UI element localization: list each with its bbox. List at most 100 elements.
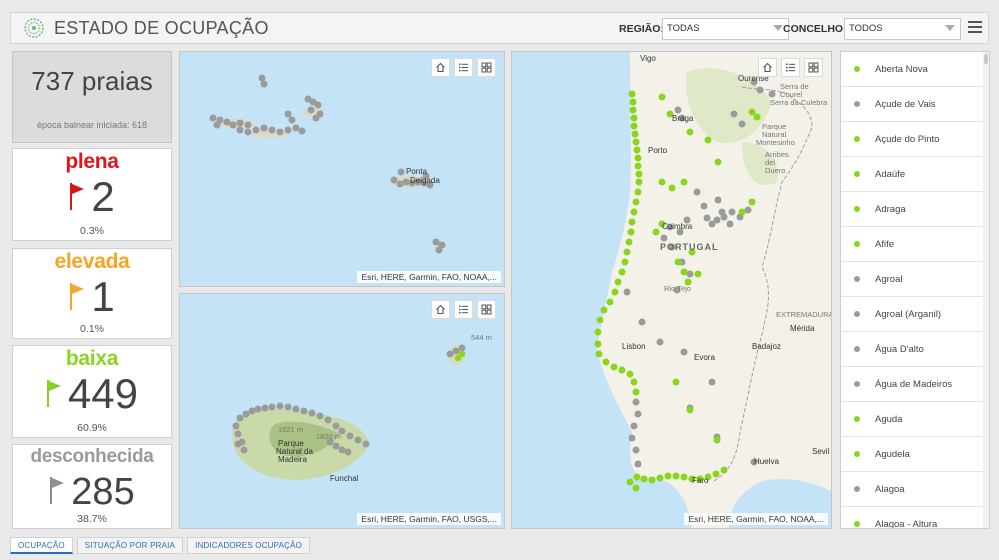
place-label: Funchal (330, 474, 359, 483)
beach-name: Alagoa (875, 483, 905, 495)
category-card-baixa: baixa 449 60.9% (12, 345, 172, 438)
category-count: 449 (67, 370, 139, 417)
category-card-plena: plena 2 0.3% (12, 148, 172, 241)
map-attribution[interactable]: Esri, HERE, Garmin, FAO, USGS,... (357, 513, 501, 525)
status-dot-icon (854, 451, 860, 457)
home-icon[interactable] (431, 58, 450, 77)
place-label: Evora (694, 353, 715, 362)
status-dot-icon (854, 346, 860, 352)
status-dot-icon (854, 206, 860, 212)
bottom-tabs: OCUPAÇÃO SITUAÇÃO POR PRAIA INDICADORES … (10, 537, 311, 554)
season-started-text: época balnear iniciada: 618 (36, 120, 148, 130)
madeira-map[interactable]: 1621 m 1820 m Parque Natural da Madeira … (179, 293, 505, 529)
status-dot-icon (854, 101, 860, 107)
tab-ocupacao[interactable]: OCUPAÇÃO (10, 537, 73, 554)
list-item[interactable]: Afife (841, 227, 984, 262)
legend-list-icon[interactable] (781, 58, 800, 77)
beach-name: Água D'alto (875, 343, 924, 355)
legend-list-icon[interactable] (454, 58, 473, 77)
place-label: Madeira (278, 455, 307, 464)
list-item[interactable]: Adraga (841, 192, 984, 227)
beach-name: Açude de Vais (875, 98, 936, 110)
map-toolbar (758, 58, 823, 77)
mainland-map[interactable]: Vigo Ourense Serra de Courel Serra da Cu… (511, 51, 832, 529)
basemap-gallery-icon[interactable] (804, 58, 823, 77)
beach-list[interactable]: Aberta Nova Açude de Vais Açude do Pinto Ad… (840, 51, 990, 529)
concelho-select-value: TODOS (849, 23, 883, 34)
place-label: Mérida (790, 324, 815, 333)
list-item[interactable]: Açude de Vais (841, 87, 984, 122)
category-count-row: 285 (13, 473, 171, 511)
list-scrollbar[interactable] (983, 52, 989, 528)
list-item[interactable]: Agroal (Arganil) (841, 297, 984, 332)
page-title: ESTADO DE OCUPAÇÃO (54, 18, 269, 38)
regiao-label: REGIÃO: (619, 23, 664, 35)
status-dot-icon (854, 416, 860, 422)
status-dot-icon (854, 381, 860, 387)
place-label: Badajoz (752, 342, 781, 351)
list-item[interactable]: Alagoa - Altura (841, 507, 984, 528)
madeira-map-canvas (232, 344, 466, 480)
basemap-gallery-icon[interactable] (477, 58, 496, 77)
beach-name: Adraga (875, 203, 906, 215)
home-icon[interactable] (758, 58, 777, 77)
chevron-down-icon (945, 25, 955, 31)
status-dot-icon (854, 171, 860, 177)
status-dot-icon (854, 311, 860, 317)
beach-name: Agroal (Arganil) (875, 308, 941, 320)
category-label: baixa (65, 347, 119, 370)
basemap-gallery-icon[interactable] (477, 300, 496, 319)
place-label: Coimbra (662, 222, 693, 231)
header-bar: ESTADO DE OCUPAÇÃO REGIÃO: TODAS CONCELH… (10, 12, 989, 44)
map-attribution[interactable]: Esri, HERE, Garmin, FAO, NOAA,... (684, 513, 828, 525)
tab-indicadores-ocupacao[interactable]: INDICADORES OCUPAÇÃO (187, 537, 311, 554)
place-label: Porto (648, 146, 668, 155)
category-percent: 38.7% (77, 513, 107, 525)
beach-name: Adaúfe (875, 168, 906, 180)
menu-icon[interactable] (968, 21, 982, 35)
list-item[interactable]: Aguda (841, 402, 984, 437)
list-item[interactable]: Aberta Nova (841, 52, 984, 87)
list-item[interactable]: Água de Madeiros (841, 367, 984, 402)
place-label: Huelva (754, 457, 779, 466)
place-label: Lisbon (622, 342, 646, 351)
regiao-select-value: TODAS (667, 23, 700, 34)
place-label: 1820 m (316, 432, 342, 441)
place-label: Serra da Culebra (770, 98, 828, 107)
place-label: Braga (672, 114, 694, 123)
regiao-select[interactable]: TODAS (662, 18, 789, 40)
category-card-desconhecida: desconhecida 285 38.7% (12, 444, 172, 529)
list-item[interactable]: Agudela (841, 437, 984, 472)
category-count-row: 449 (13, 373, 171, 415)
home-icon[interactable] (431, 300, 450, 319)
category-count-row: 1 (13, 276, 171, 318)
place-label: Vigo (640, 54, 656, 63)
map-toolbar (431, 58, 496, 77)
status-dot-icon (854, 66, 860, 72)
tab-situacao-por-praia[interactable]: SITUAÇÃO POR PRAIA (76, 537, 184, 554)
scrollbar-thumb[interactable] (984, 54, 988, 64)
map-attribution[interactable]: Esri, HERE, Garmin, FAO, NOAA,... (357, 271, 501, 283)
azores-map[interactable]: Ponta Delgada Esri, HERE, Garmin, FAO, N… (179, 51, 505, 287)
list-item[interactable]: Água D'alto (841, 332, 984, 367)
place-label: Montesinho (756, 138, 795, 147)
concelho-select[interactable]: TODOS (844, 18, 961, 40)
place-label: Ponta (406, 167, 427, 176)
place-label: Faro (692, 476, 709, 485)
concelho-label: CONCELHO: (783, 23, 847, 35)
beach-name: Agudela (875, 448, 910, 460)
category-percent: 60.9% (77, 422, 107, 434)
beach-name: Açude do Pinto (875, 133, 940, 145)
legend-list-icon[interactable] (454, 300, 473, 319)
list-item[interactable]: Adaúfe (841, 157, 984, 192)
list-item[interactable]: Açude do Pinto (841, 122, 984, 157)
category-percent: 0.3% (80, 225, 104, 237)
chevron-down-icon (773, 25, 783, 31)
category-card-elevada: elevada 1 0.1% (12, 248, 172, 339)
place-label: Rio Tejo (664, 284, 691, 293)
list-item[interactable]: Agroal (841, 262, 984, 297)
place-label: Delgada (410, 176, 440, 185)
list-item[interactable]: Alagoa (841, 472, 984, 507)
place-label: EXTREMADURA (776, 310, 832, 319)
beach-name: Afife (875, 238, 895, 250)
